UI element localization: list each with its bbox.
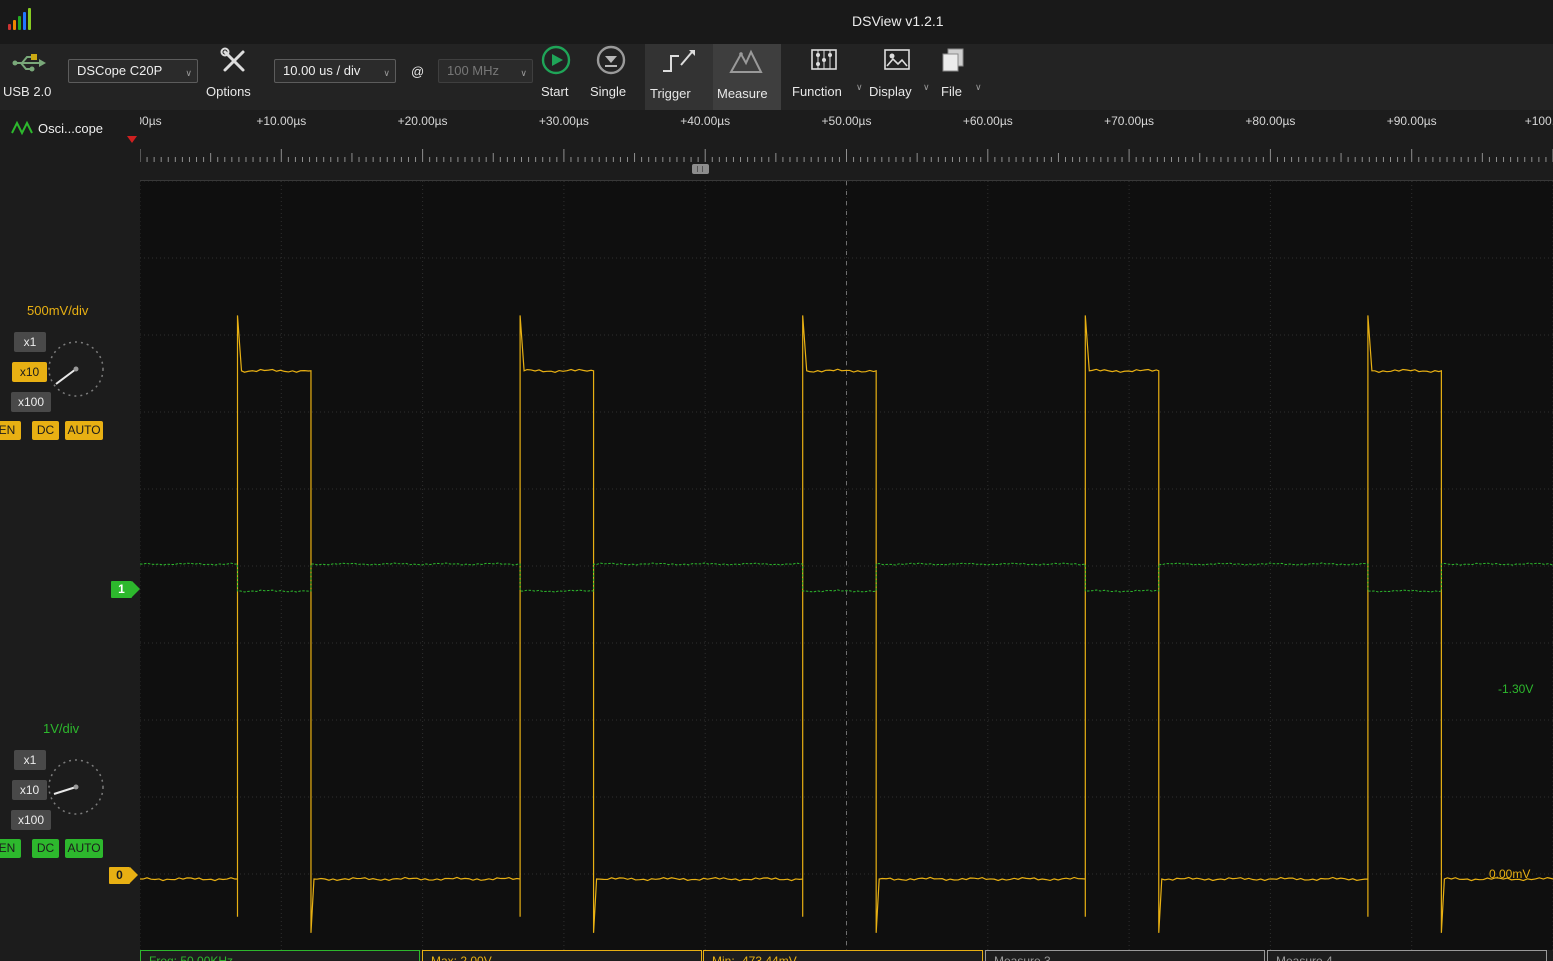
- trigger-button: Trigger: [650, 86, 691, 101]
- toolbar: USB 2.0 DSCope C20P ∨ Options 10.00 us /…: [0, 44, 1553, 110]
- ruler-tick-label: +70.00µs: [1104, 114, 1155, 128]
- single-button[interactable]: Single: [590, 84, 626, 99]
- ch1-auto-button[interactable]: AUTO: [65, 839, 103, 858]
- ruler-tick-label: +80.00µs: [1245, 114, 1296, 128]
- start-button[interactable]: Start: [541, 84, 568, 99]
- trigger-toolblock[interactable]: Trigger: [645, 44, 713, 110]
- ch0-vdiv-label[interactable]: 500mV/div: [27, 303, 88, 318]
- waveform-icon: [11, 120, 33, 136]
- app-logo-icon: [8, 6, 36, 30]
- chevron-down-icon[interactable]: ∨: [923, 82, 930, 93]
- chevron-down-icon: ∨: [185, 68, 192, 78]
- ch1-probe-x100-button[interactable]: x100: [11, 810, 51, 830]
- ruler-tick-label: +0.00µs: [140, 114, 162, 128]
- ch1-probe-x1-button[interactable]: x1: [14, 750, 46, 770]
- single-capture-icon[interactable]: [595, 44, 627, 76]
- device-select-value: DSCope C20P: [77, 63, 163, 78]
- measure-icon: [729, 49, 763, 73]
- timebase-select-value: 10.00 us / div: [283, 63, 361, 78]
- ch1-enable-button[interactable]: EN: [0, 839, 21, 858]
- time-ruler-labels[interactable]: +0.00µs +10.00µs +20.00µs +30.00µs +40.00µs +…: [140, 112, 1553, 134]
- ruler-tick-label: +60.00µs: [962, 114, 1013, 128]
- time-ruler-ticks[interactable]: [140, 140, 1553, 162]
- measure-panel[interactable]: Measure 4: [1267, 950, 1547, 961]
- samplerate-select-value: 100 MHz: [447, 63, 500, 78]
- samplerate-select[interactable]: 100 MHz ∨: [438, 59, 533, 83]
- dock-title[interactable]: Osci...cope: [38, 121, 103, 136]
- ruler-tick-label: +30.00µs: [538, 114, 589, 128]
- waveform-canvas[interactable]: [139, 180, 1553, 952]
- file-icon[interactable]: [938, 46, 968, 74]
- measure-panel[interactable]: Min: -473.44mV: [703, 950, 983, 961]
- measure-toolblock[interactable]: Measure: [713, 44, 781, 110]
- ch1-coupling-button[interactable]: DC: [32, 839, 59, 858]
- device-select[interactable]: DSCope C20P ∨: [68, 59, 198, 83]
- ch0-trigger-level-label: 0.00mV: [1489, 867, 1531, 881]
- ch1-vdiv-knob[interactable]: [46, 744, 108, 830]
- ruler-tick-label: +10.00µs: [256, 114, 307, 128]
- waveform-plot[interactable]: [139, 180, 1553, 952]
- display-button[interactable]: Display: [869, 84, 912, 99]
- chevron-down-icon[interactable]: ∨: [856, 82, 863, 93]
- ch0-vdiv-knob[interactable]: [46, 326, 108, 412]
- ch0-zero-flag[interactable]: 0: [109, 867, 138, 884]
- trigger-icon: [663, 50, 695, 72]
- trigger-position-handle[interactable]: [692, 164, 709, 174]
- measure-panel[interactable]: Freq: 50.00KHz: [140, 950, 420, 961]
- ch0-probe-x1-button[interactable]: x1: [14, 332, 46, 352]
- chevron-down-icon[interactable]: ∨: [975, 82, 982, 93]
- oscilloscope-dock: Osci...cope 500mV/div x1 x10 x100 EN DC …: [0, 110, 140, 961]
- ruler-tick-label: +50.00µs: [821, 114, 872, 128]
- measure-panel[interactable]: Max: 2.00V: [422, 950, 702, 961]
- measure-button: Measure: [717, 86, 768, 101]
- usb-icon: [12, 54, 46, 72]
- chevron-down-icon: ∨: [383, 68, 390, 78]
- ruler-tick-label: +100.00µs: [1524, 114, 1553, 128]
- ruler-tick-label: +40.00µs: [680, 114, 731, 128]
- start-icon[interactable]: [540, 44, 572, 76]
- ch0-probe-x100-button[interactable]: x100: [11, 392, 51, 412]
- measure-panel[interactable]: Measure 3: [985, 950, 1265, 961]
- ch0-coupling-button[interactable]: DC: [32, 421, 59, 440]
- options-button[interactable]: Options: [206, 84, 251, 99]
- ch1-probe-x10-button[interactable]: x10: [12, 780, 47, 800]
- ch0-auto-button[interactable]: AUTO: [65, 421, 103, 440]
- dock-active-marker-icon: [127, 136, 137, 143]
- ch1-zero-flag[interactable]: 1: [111, 581, 140, 598]
- chevron-down-icon: ∨: [520, 68, 527, 78]
- title-bar: DSView v1.2.1: [0, 0, 1553, 44]
- function-icon[interactable]: [809, 46, 839, 74]
- ch1-vdiv-label[interactable]: 1V/div: [43, 721, 79, 736]
- file-button[interactable]: File: [941, 84, 962, 99]
- ruler-tick-label: +90.00µs: [1386, 114, 1437, 128]
- timebase-select[interactable]: 10.00 us / div ∨: [274, 59, 396, 83]
- window-title: DSView v1.2.1: [852, 13, 944, 29]
- at-symbol: @: [411, 64, 425, 79]
- ch0-enable-button[interactable]: EN: [0, 421, 21, 440]
- ch1-trigger-level-label: -1.30V: [1498, 682, 1534, 696]
- display-icon[interactable]: [882, 47, 912, 73]
- ruler-tick-label: +20.00µs: [397, 114, 448, 128]
- function-button[interactable]: Function: [792, 84, 842, 99]
- ch0-probe-x10-button[interactable]: x10: [12, 362, 47, 382]
- usb-status-label: USB 2.0: [3, 84, 52, 99]
- options-wrench-icon[interactable]: [219, 46, 249, 74]
